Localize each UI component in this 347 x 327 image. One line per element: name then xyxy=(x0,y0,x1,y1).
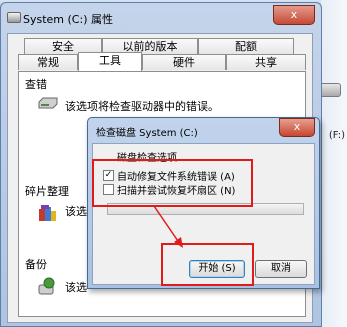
tab-tools[interactable]: 工具 xyxy=(78,52,142,71)
error-check-description: 该选项将检查驱动器中的错误。 xyxy=(65,100,219,113)
close-button[interactable]: x xyxy=(273,5,315,25)
backup-description: 该选 xyxy=(65,281,87,294)
options-highlight-box xyxy=(92,159,253,207)
window-title: System (C:) 属性 xyxy=(23,13,113,26)
dialog-close-button[interactable]: x xyxy=(279,118,315,137)
drive-icon xyxy=(7,12,21,23)
defrag-icon xyxy=(39,205,56,221)
backup-icon xyxy=(38,277,55,295)
drive-label: (F:) xyxy=(328,130,345,141)
annotation-arrow-icon xyxy=(153,205,183,248)
tab-general[interactable]: 常规 xyxy=(18,54,78,70)
tab-hardware[interactable]: 硬件 xyxy=(142,54,226,70)
backup-title: 备份 xyxy=(25,258,47,271)
dialog-title: 检查磁盘 System (C:) xyxy=(96,128,198,139)
defrag-title: 碎片整理 xyxy=(25,185,69,198)
hard-drive-icon xyxy=(38,97,58,109)
explorer-background: (F:) xyxy=(317,0,347,327)
defrag-description: 该选 xyxy=(65,205,87,218)
tab-sharing[interactable]: 共享 xyxy=(226,54,306,70)
error-check-title: 查错 xyxy=(25,78,47,91)
cancel-button[interactable]: 取消 xyxy=(255,260,307,278)
tab-quota[interactable]: 配额 xyxy=(198,38,294,54)
